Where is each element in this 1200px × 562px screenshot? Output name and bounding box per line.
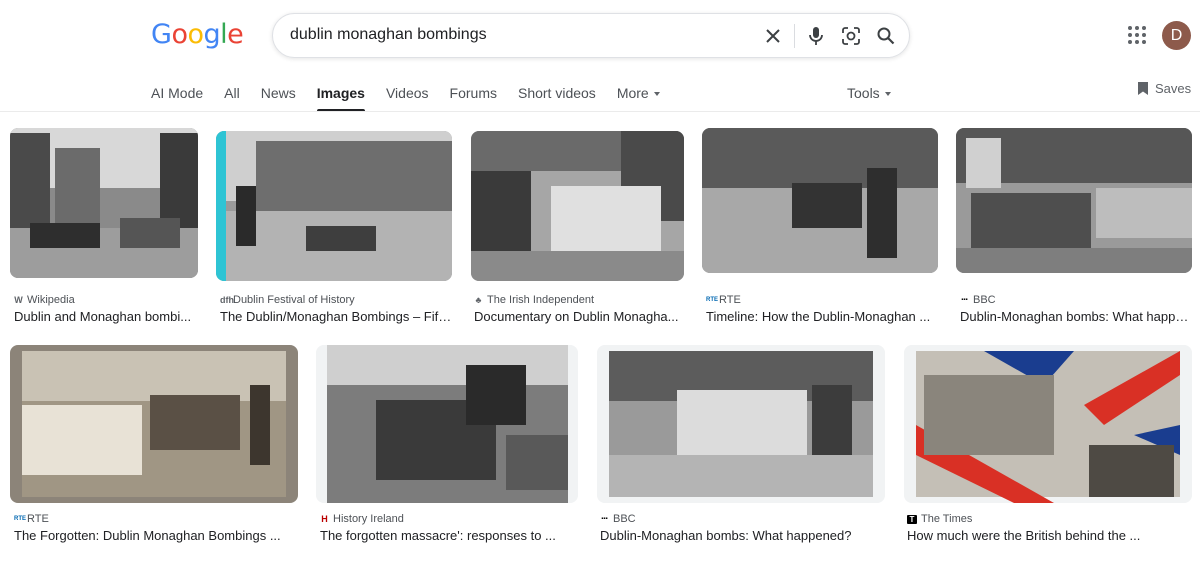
tab-images[interactable]: Images	[316, 84, 366, 112]
saves-label: Saves	[1155, 81, 1192, 96]
google-logo[interactable]: Google	[151, 20, 244, 50]
irish-independent-icon: ♣	[475, 295, 482, 305]
tab-forums[interactable]: Forums	[450, 84, 497, 112]
result-title[interactable]: Dublin and Monaghan bombi...	[14, 309, 194, 324]
tools-button[interactable]: Tools	[847, 84, 891, 102]
tab-videos[interactable]: Videos	[386, 84, 429, 112]
result-source-label: The Irish Independent	[487, 294, 595, 306]
chevron-down-icon	[653, 92, 660, 97]
tab-more[interactable]: More	[617, 84, 660, 112]
lens-icon[interactable]	[839, 24, 863, 48]
result-image[interactable]	[471, 131, 684, 281]
dublin-festival-icon: dfh	[220, 295, 234, 305]
rte-icon: RTE	[706, 297, 718, 303]
bbc-icon: ▪▪▪	[601, 516, 608, 522]
result-source-label: BBC	[613, 513, 636, 525]
result-source: T The Times	[907, 513, 972, 525]
result-source: ▪▪▪ BBC	[960, 294, 996, 306]
result-source: W Wikipedia	[14, 294, 75, 306]
result-title[interactable]: How much were the British behind the ...	[907, 528, 1192, 543]
search-box[interactable]: dublin monaghan bombings	[272, 13, 910, 58]
result-image[interactable]	[956, 128, 1192, 273]
result-source: RTE RTE	[706, 294, 741, 306]
result-source-label: History Ireland	[333, 513, 404, 525]
result-image[interactable]	[316, 345, 578, 503]
tools-label: Tools	[847, 85, 880, 101]
result-title[interactable]: The Forgotten: Dublin Monaghan Bombings …	[14, 528, 298, 543]
the-times-icon: T	[907, 514, 917, 524]
tab-more-label: More	[616, 85, 649, 101]
search-input[interactable]: dublin monaghan bombings	[290, 26, 487, 44]
result-source-label: BBC	[973, 294, 996, 306]
tab-news[interactable]: News	[261, 84, 296, 112]
bookmark-icon	[1138, 82, 1148, 95]
result-source-label: Dublin Festival of History	[233, 294, 355, 306]
result-source-label: Wikipedia	[27, 294, 75, 306]
result-title[interactable]: The forgotten massacre': responses to ..…	[320, 528, 578, 543]
search-tabs: AI Mode All News Images Videos Forums Sh…	[151, 84, 681, 112]
tab-short-videos[interactable]: Short videos	[518, 84, 596, 112]
result-image[interactable]	[10, 345, 298, 503]
result-title[interactable]: The Dublin/Monaghan Bombings – Fift...	[220, 309, 452, 324]
rte-icon: RTE	[14, 516, 26, 522]
tab-ai-mode[interactable]: AI Mode	[151, 84, 203, 112]
result-source-label: RTE	[27, 513, 49, 525]
result-source-label: RTE	[719, 294, 741, 306]
result-source: dfh Dublin Festival of History	[220, 294, 355, 306]
apps-icon[interactable]	[1128, 26, 1146, 44]
mic-icon[interactable]	[804, 24, 828, 48]
result-image[interactable]	[597, 345, 885, 503]
result-image[interactable]	[904, 345, 1192, 503]
result-title[interactable]: Dublin-Monaghan bombs: What happened?	[600, 528, 885, 543]
result-source-label: The Times	[921, 513, 973, 525]
history-ireland-icon: H	[321, 514, 328, 524]
result-title[interactable]: Dublin-Monaghan bombs: What happe...	[960, 309, 1192, 324]
result-source: H History Ireland	[320, 513, 404, 525]
wikipedia-icon: W	[14, 295, 23, 305]
search-divider	[794, 24, 795, 48]
result-source: ▪▪▪ BBC	[600, 513, 636, 525]
search-icon[interactable]	[874, 24, 898, 48]
result-source: ♣ The Irish Independent	[474, 294, 594, 306]
result-image[interactable]	[702, 128, 938, 273]
tab-all[interactable]: All	[224, 84, 240, 112]
result-title[interactable]: Documentary on Dublin Monagha...	[474, 309, 684, 324]
bbc-icon: ▪▪▪	[961, 297, 968, 303]
header-divider	[0, 111, 1200, 112]
avatar[interactable]: D	[1162, 21, 1191, 50]
result-image[interactable]	[10, 128, 198, 278]
chevron-down-icon	[884, 92, 891, 97]
result-source: RTE RTE	[14, 513, 49, 525]
saves-button[interactable]: Saves	[1137, 81, 1191, 96]
clear-icon[interactable]	[761, 24, 785, 48]
result-title[interactable]: Timeline: How the Dublin-Monaghan ...	[706, 309, 938, 324]
result-image[interactable]	[216, 131, 452, 281]
